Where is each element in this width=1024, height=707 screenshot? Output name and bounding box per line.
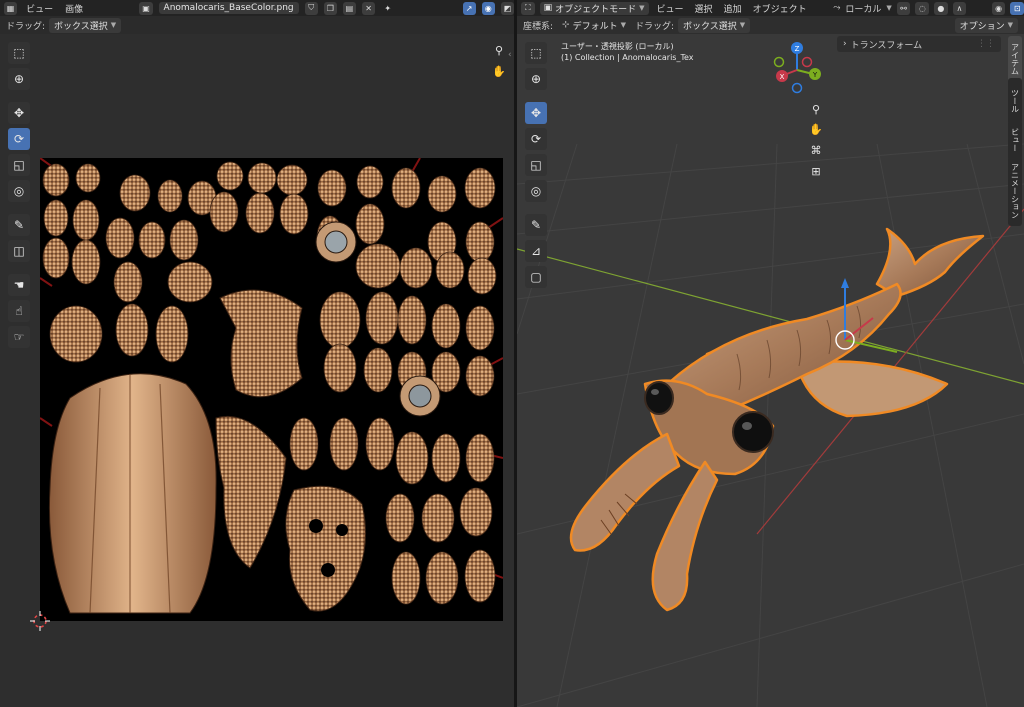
rotate-tool[interactable]: ⟳ [525,128,547,150]
viewport-info-line1: ユーザー・透視投影 (ローカル) [561,41,674,52]
region-toggle-chevron-icon[interactable]: ‹ [508,50,512,60]
viewport-gizmo-toggle-icon[interactable]: ● [934,2,948,15]
drag-handle-icon[interactable]: ⋮⋮ [977,39,995,49]
zoom-icon[interactable]: ⚲ [490,41,508,59]
drag-mode-value: ボックス選択 [54,19,108,32]
fake-user-icon[interactable]: ⛉ [305,2,318,15]
uv-sync-icon[interactable]: ↗ [463,2,476,15]
3d-viewport: ⛶ ▣ オブジェクトモード ▼ ビュー 選択 追加 オブジェクト ⤳ ローカル … [517,0,1024,707]
menu-select[interactable]: 選択 [692,2,716,15]
orientation-value: デフォルト [573,19,618,32]
relax-tool[interactable]: ☝ [8,300,30,322]
perspective-grid-icon[interactable]: ⊞ [807,162,825,180]
drag-mode-value: ボックス選択 [683,19,737,32]
annotate-tool[interactable]: ✎ [525,214,547,236]
drag-mode-dropdown[interactable]: ボックス選択 ▼ [678,18,750,33]
menu-add[interactable]: 追加 [721,2,745,15]
tab-animation[interactable]: アニメーション [1008,156,1022,226]
overlay-icon[interactable]: ◉ [482,2,495,15]
mode-icon: ▣ [544,3,553,13]
new-image-icon[interactable]: ▤ [343,2,356,15]
gizmo-z-label: Z [795,45,800,53]
chevron-down-icon: ▼ [111,21,116,29]
menu-image[interactable]: 画像 [62,2,86,15]
rotate-tool[interactable]: ⟳ [8,128,30,150]
image-toolbar: ⬚ ⊕ ✥ ⟳ ◱ ◎ ✎ ◫ ☚ ☝ ☞ [8,42,30,348]
options-dropdown[interactable]: オプション ▼ [955,18,1018,33]
pin-icon[interactable]: ✦ [381,2,394,15]
gizmo-y-label: Y [812,71,818,79]
select-through-icon[interactable]: ⊡ [1010,2,1024,15]
viewport-header: ⛶ ▣ オブジェクトモード ▼ ビュー 選択 追加 オブジェクト ⤳ ローカル … [517,0,1024,16]
image-browse-icon[interactable]: ▣ [139,2,152,15]
orientation-label: 座標系: [523,19,553,32]
pinch-tool[interactable]: ☞ [8,326,30,348]
viewport-subheader: 座標系: ⊹ デフォルト ▼ ドラッグ: ボックス選択 ▼ オプション ▼ [517,16,1024,34]
drag-mode-dropdown[interactable]: ボックス選択 ▼ [49,18,121,33]
image-editor: ▦ ビュー 画像 ▣ Anomalocaris_BaseColor.png ⛉ … [0,0,514,707]
texture-image [40,158,503,621]
orientation-dropdown[interactable]: ⊹ デフォルト ▼ [557,18,631,33]
mode-dropdown[interactable]: ▣ オブジェクトモード ▼ [540,2,649,15]
viewport-scene [517,34,1024,707]
menu-view[interactable]: ビュー [654,2,687,15]
scale-tool[interactable]: ◱ [8,154,30,176]
viewport-toolbar: ⬚ ⊕ ✥ ⟳ ◱ ◎ ✎ ⊿ ▢ [525,42,547,288]
select-box-tool[interactable]: ⬚ [8,42,30,64]
add-cube-tool[interactable]: ▢ [525,266,547,288]
falloff-icon[interactable]: ∧ [953,2,967,15]
snap-icon[interactable]: ⚯ [897,2,911,15]
proportional-edit-icon[interactable]: ◌ [915,2,929,15]
transform-tool[interactable]: ◎ [525,180,547,202]
2d-cursor-icon [30,611,50,631]
orientation-icon: ⊹ [562,20,570,30]
viewport-info-line2: (1) Collection | Anomalocaris_Tex [561,53,694,62]
tab-item[interactable]: アイテム [1008,36,1022,82]
pivot-value[interactable]: ローカル [845,2,881,15]
tab-tool[interactable]: ツール [1008,78,1022,124]
select-box-tool[interactable]: ⬚ [525,42,547,64]
cursor-tool[interactable]: ⊕ [8,68,30,90]
pan-hand-icon[interactable]: ✋ [807,120,825,138]
transform-tool[interactable]: ◎ [8,180,30,202]
annotate-tool[interactable]: ✎ [8,214,30,236]
image-name-field[interactable]: Anomalocaris_BaseColor.png [159,2,299,14]
camera-icon[interactable]: ⌘ [807,141,825,159]
options-label: オプション [960,19,1005,32]
visibility-icon[interactable]: ◉ [992,2,1006,15]
mode-value: オブジェクトモード [555,2,636,15]
measure-tool[interactable]: ⊿ [525,240,547,262]
chevron-right-icon: › [843,39,847,49]
menu-view[interactable]: ビュー [23,2,56,15]
drag-label: ドラッグ: [6,19,45,32]
menu-object[interactable]: オブジェクト [750,2,810,15]
editor-type-icon[interactable]: ▦ [4,2,17,15]
image-editor-subheader: ドラッグ: ボックス選択 ▼ [0,16,514,34]
grab-tool[interactable]: ☚ [8,274,30,296]
editor-type-icon[interactable]: ⛶ [521,2,535,15]
chevron-down-icon: ▼ [740,21,745,29]
transform-panel[interactable]: › トランスフォーム ⋮⋮ [837,36,1001,52]
chevron-down-icon: ▼ [639,4,644,12]
image-editor-header: ▦ ビュー 画像 ▣ Anomalocaris_BaseColor.png ⛉ … [0,0,514,16]
tab-view[interactable]: ビュー [1008,120,1022,160]
navigation-gizmo[interactable]: Z Y X [769,40,825,96]
move-tool[interactable]: ✥ [525,102,547,124]
duplicate-icon[interactable]: ❐ [324,2,337,15]
pivot-icon: ⤳ [833,3,840,13]
zoom-icon[interactable]: ⚲ [807,100,825,118]
gizmo-x-label: X [780,73,785,81]
move-tool[interactable]: ✥ [8,102,30,124]
chevron-down-icon: ▼ [886,4,891,12]
pan-hand-icon[interactable]: ✋ [490,62,508,80]
sample-tool[interactable]: ◫ [8,240,30,262]
drag-label: ドラッグ: [635,19,674,32]
scale-tool[interactable]: ◱ [525,154,547,176]
unlink-icon[interactable]: ✕ [362,2,375,15]
cursor-tool[interactable]: ⊕ [525,68,547,90]
chevron-down-icon: ▼ [1008,21,1013,29]
chevron-down-icon: ▼ [621,21,626,29]
transform-panel-title: トランスフォーム [851,38,923,51]
display-channels-icon[interactable]: ◩ [501,2,514,15]
